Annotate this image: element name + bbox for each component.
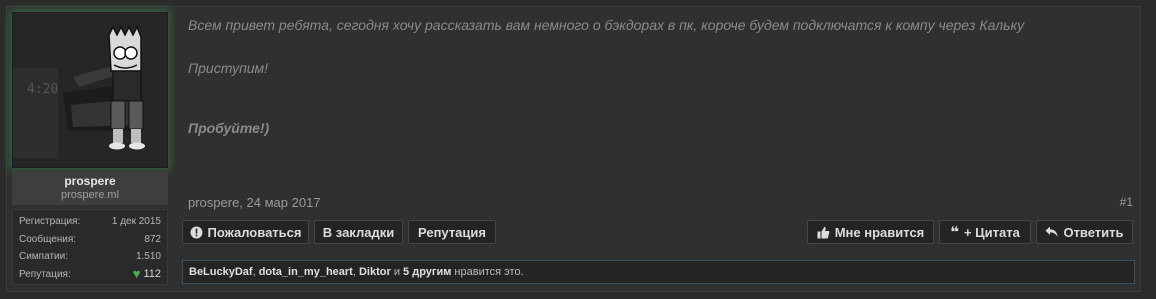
bookmark-button[interactable]: В закладки	[314, 220, 403, 244]
report-button[interactable]: Пожаловаться	[182, 220, 309, 244]
stat-value[interactable]: 872	[144, 234, 161, 245]
reputation-label: Репутация	[418, 224, 486, 240]
avatar[interactable]: 4:20	[12, 12, 168, 168]
liker-link[interactable]: dota_in_my_heart	[259, 266, 353, 278]
bookmark-label: В закладки	[322, 224, 395, 240]
stat-label: Сообщения:	[19, 233, 77, 245]
username-link[interactable]: prospere	[12, 174, 168, 188]
stat-label: Репутация:	[19, 268, 71, 280]
reputation-value: ♥ 112	[132, 266, 161, 282]
others-link[interactable]: 5 другим	[403, 266, 451, 278]
stat-messages: Сообщения: 872	[19, 231, 161, 249]
reply-button[interactable]: Ответить	[1036, 220, 1133, 244]
liker-link[interactable]: BeLuckyDaf	[189, 266, 253, 278]
message-line: Приступим!	[188, 60, 269, 76]
stat-label: Регистрация:	[19, 216, 81, 228]
stat-value: 1 дек 2015	[111, 216, 161, 228]
user-title: prospere.ml	[60, 189, 120, 201]
stat-label: Симпатии:	[19, 251, 68, 263]
stat-reputation: Репутация: ♥ 112	[19, 266, 161, 284]
stat-value: 1.510	[135, 251, 161, 263]
post-author-date[interactable]: prospere, 24 мар 2017	[188, 195, 321, 210]
avatar-image: 4:20	[13, 13, 167, 167]
like-label: Мне нравится	[834, 224, 925, 240]
reply-label: Ответить	[1063, 224, 1124, 240]
heart-icon: ♥	[132, 266, 141, 282]
likes-summary: BeLuckyDaf, dota_in_my_heart, Diktor и 5…	[182, 260, 1135, 284]
reply-arrow-icon	[1045, 226, 1058, 238]
like-button[interactable]: Мне нравится	[807, 220, 934, 244]
report-label: Пожаловаться	[207, 224, 302, 240]
quote-label: + Цитата	[963, 224, 1020, 240]
reputation-number: 112	[143, 268, 161, 281]
quote-button[interactable]: ❝ + Цитата	[939, 220, 1031, 244]
user-stats: Регистрация: 1 дек 2015 Сообщения: 872 С…	[12, 209, 168, 285]
thumbs-up-icon	[817, 226, 830, 239]
message-line: Всем привет ребята, сегодня хочу рассказ…	[188, 17, 1025, 33]
message-line-bold: Пробуйте!)	[188, 120, 270, 136]
post-number-link[interactable]: #1	[1120, 195, 1133, 209]
stat-likes: Симпатии: 1.510	[19, 248, 161, 266]
liker-link[interactable]: Diktor	[359, 266, 391, 278]
and-text: и	[390, 266, 404, 278]
user-name-box: prospere prospere.ml	[12, 171, 168, 205]
stat-registration: Регистрация: 1 дек 2015	[19, 213, 161, 231]
reputation-button[interactable]: Репутация	[408, 220, 496, 244]
avatar-clock-text: 4:20	[27, 82, 58, 97]
post-container: 4:20 prospere prospere.ml Регистрация: 1…	[6, 6, 1141, 292]
alert-icon	[190, 226, 203, 239]
likes-suffix: нравится это.	[451, 266, 524, 278]
quote-icon: ❝	[950, 223, 959, 241]
